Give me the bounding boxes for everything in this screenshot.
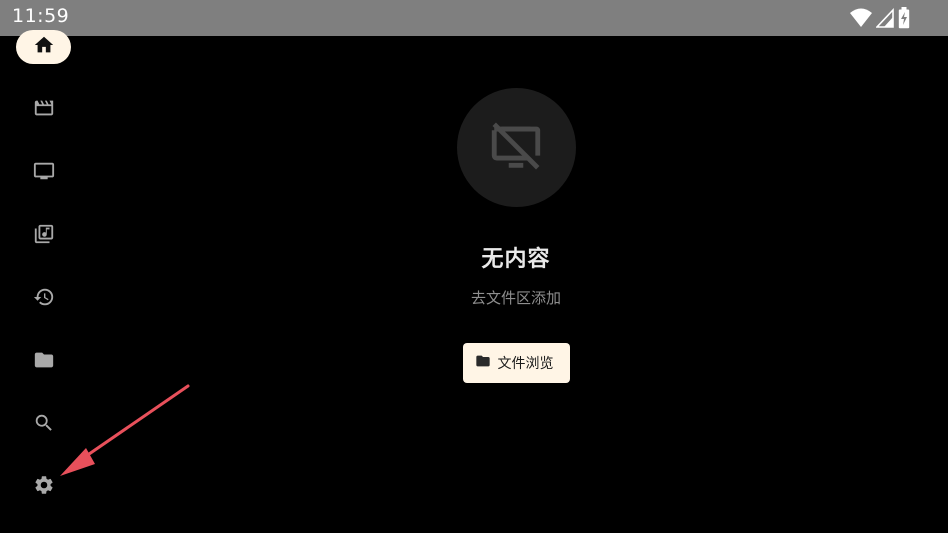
file-browse-button-label: 文件浏览 (497, 356, 554, 372)
status-icons (850, 7, 910, 29)
status-time: 11:59 (12, 5, 70, 27)
home-icon (33, 34, 55, 60)
sidebar-item-home[interactable] (16, 30, 71, 64)
sidebar-item-history[interactable] (16, 282, 71, 316)
movie-icon (33, 97, 55, 123)
battery-charging-icon (898, 7, 910, 29)
cellular-signal-icon (876, 8, 894, 28)
empty-state-subtitle: 去文件区添加 (470, 289, 561, 307)
tv-icon (33, 160, 55, 186)
folder-icon (475, 353, 491, 373)
sidebar-item-settings[interactable] (16, 470, 71, 504)
history-icon (33, 286, 55, 312)
app-screen: 11:59 无内容 去文件区添加 文件浏览 (0, 0, 948, 533)
sidebar-item-search[interactable] (16, 408, 71, 442)
status-bar: 11:59 (0, 0, 948, 36)
gear-icon (33, 474, 55, 500)
folder-icon (33, 349, 55, 375)
file-browse-button[interactable]: 文件浏览 (462, 343, 570, 383)
music-library-icon (33, 223, 55, 249)
wifi-icon (850, 8, 872, 28)
sidebar-item-movies[interactable] (16, 93, 71, 127)
empty-state-illustration (456, 88, 576, 207)
sidebar-item-tv[interactable] (16, 156, 71, 190)
search-icon (33, 412, 55, 438)
empty-state-title: 无内容 (481, 247, 551, 272)
sidebar-nav (0, 30, 86, 533)
sidebar-item-files[interactable] (16, 345, 71, 379)
empty-state: 无内容 去文件区添加 文件浏览 (416, 88, 616, 383)
sidebar-item-music[interactable] (16, 219, 71, 253)
no-display-icon (487, 117, 545, 179)
